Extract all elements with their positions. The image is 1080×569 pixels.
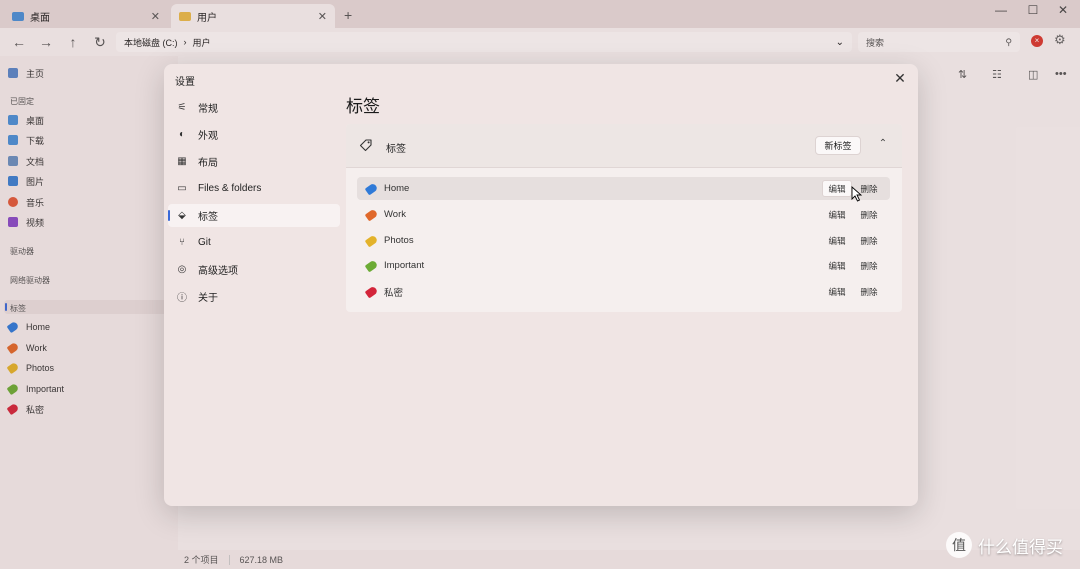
nav-item-layout[interactable]: ▦ 布局	[168, 150, 340, 173]
card-label: 标签	[386, 144, 406, 155]
delete-button[interactable]: 删除	[854, 232, 884, 249]
watermark-logo-icon: 值	[946, 532, 972, 558]
nav-item-general[interactable]: ⚟ 常规	[168, 96, 340, 119]
palette-icon: ◐	[178, 129, 186, 140]
nav-item-files-folders[interactable]: ▭ Files & folders	[168, 177, 340, 200]
delete-button[interactable]: 删除	[854, 206, 884, 223]
nav-item-label: 高级选项	[198, 266, 238, 277]
settings-dialog: 设置 ✕ ⚟ 常规 ◐ 外观 ▦ 布局 ▭ Files & folders ⬙ …	[164, 64, 918, 506]
edit-button[interactable]: 编辑	[822, 180, 852, 197]
nav-item-label: Git	[198, 237, 211, 248]
tag-row[interactable]: Important 编辑 删除	[357, 254, 890, 277]
edit-button[interactable]: 编辑	[822, 206, 852, 223]
nav-item-label: Files & folders	[198, 183, 262, 194]
edit-button[interactable]: 编辑	[822, 257, 852, 274]
info-icon: ⓘ	[177, 293, 187, 304]
settings-nav: ⚟ 常规 ◐ 外观 ▦ 布局 ▭ Files & folders ⬙ 标签 ⑂ …	[168, 96, 340, 312]
advanced-icon: ◎	[177, 264, 187, 275]
tag-row[interactable]: Home 编辑 删除	[357, 177, 890, 200]
nav-item-label: 标签	[198, 212, 218, 223]
tag-name: Important	[384, 260, 425, 271]
tag-icon	[364, 182, 379, 195]
new-tag-button[interactable]: 新标签	[815, 136, 861, 155]
nav-item-label: 常规	[198, 104, 218, 115]
page-title: 标签	[346, 97, 380, 116]
tags-card-header[interactable]: 标签 新标签 ⌃	[346, 124, 902, 168]
nav-item-git[interactable]: ⑂ Git	[168, 231, 340, 254]
nav-item-label: 关于	[198, 293, 218, 304]
watermark: 值 什么值得买	[946, 532, 1063, 558]
edit-button[interactable]: 编辑	[822, 283, 852, 300]
tag-name: Photos	[384, 235, 414, 246]
nav-item-label: 外观	[198, 131, 218, 142]
tag-icon	[364, 285, 379, 298]
folder-icon: ▭	[177, 183, 187, 194]
tag-icon	[364, 234, 379, 247]
tag-name: Work	[384, 209, 406, 220]
sliders-icon: ⚟	[177, 102, 187, 113]
nav-item-tags[interactable]: ⬙ 标签	[168, 204, 340, 227]
delete-button[interactable]: 删除	[854, 283, 884, 300]
watermark-text: 什么值得买	[978, 537, 1063, 558]
tag-row[interactable]: Photos 编辑 删除	[357, 229, 890, 252]
nav-item-advanced[interactable]: ◎ 高级选项	[168, 258, 340, 281]
nav-item-appearance[interactable]: ◐ 外观	[168, 123, 340, 146]
layout-icon: ▦	[177, 156, 187, 167]
nav-item-label: 布局	[198, 158, 218, 169]
tag-icon: ⬙	[178, 210, 186, 221]
nav-item-about[interactable]: ⓘ 关于	[168, 285, 340, 308]
tag-name: 私密	[384, 287, 404, 299]
git-icon: ⑂	[179, 237, 185, 248]
chevron-up-icon[interactable]: ⌃	[876, 138, 890, 149]
tag-row[interactable]: Work 编辑 删除	[357, 203, 890, 226]
delete-button[interactable]: 删除	[854, 257, 884, 274]
tag-icon	[364, 208, 379, 221]
dialog-title: 设置	[175, 77, 195, 88]
tag-icon	[364, 259, 379, 272]
tag-name: Home	[384, 183, 410, 194]
tag-icon	[359, 139, 372, 152]
tag-row[interactable]: 私密 编辑 删除	[357, 280, 890, 303]
tags-card: 标签 新标签 ⌃ Home 编辑 删除 Work 编辑 删除 Photos 编辑…	[346, 124, 902, 312]
mouse-cursor-icon	[851, 186, 863, 202]
edit-button[interactable]: 编辑	[822, 232, 852, 249]
close-dialog-button[interactable]: ✕	[892, 70, 908, 87]
